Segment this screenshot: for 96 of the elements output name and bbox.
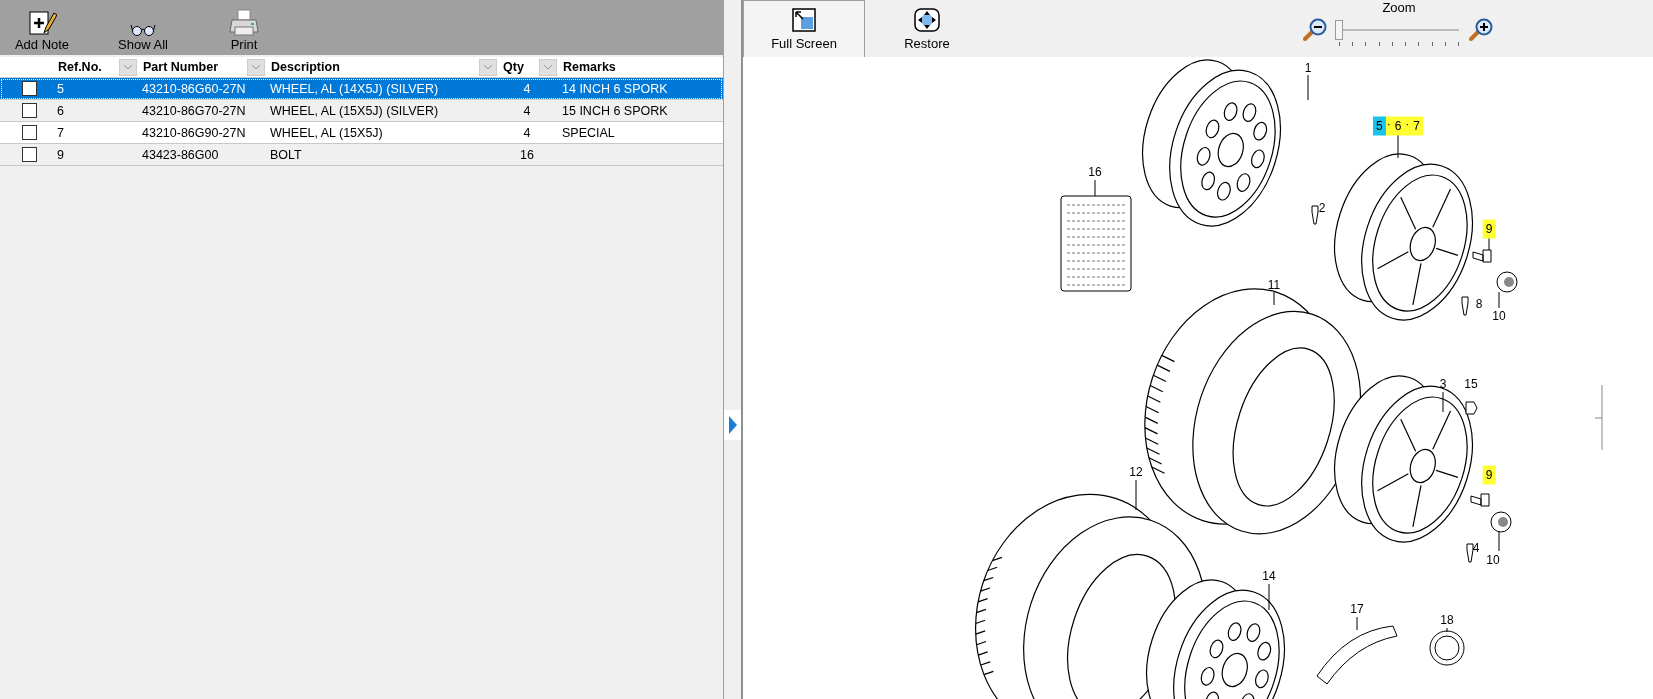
bolt-drawing — [1470, 493, 1490, 507]
callout-number[interactable]: 4 — [1471, 540, 1481, 556]
table-cell: 6 — [57, 103, 64, 118]
scale-mark — [1594, 384, 1603, 451]
column-header[interactable]: Remarks — [563, 60, 616, 74]
table-cell: BOLT — [270, 147, 302, 162]
table-cell: 5 — [57, 81, 64, 96]
callout-number[interactable]: 10 — [1491, 308, 1507, 324]
table-cell: SPECIAL — [562, 125, 615, 140]
table-cell: 7 — [57, 125, 64, 140]
callout-number[interactable]: 2 — [1317, 200, 1327, 216]
toolbar-button[interactable]: Print — [206, 3, 282, 55]
table-cell: 16 — [520, 147, 534, 162]
callout-number[interactable]: 15 — [1463, 376, 1479, 392]
caret-icon — [251, 64, 261, 70]
leader-line — [1397, 133, 1399, 159]
leader-line — [1488, 237, 1490, 251]
leader-line — [1442, 391, 1444, 413]
filter-dropdown[interactable] — [119, 58, 137, 76]
callout-number[interactable]: 12 — [1128, 464, 1144, 480]
expand-arrow-button[interactable] — [724, 409, 741, 440]
checkbox[interactable] — [22, 103, 37, 118]
leader-line — [1135, 479, 1137, 511]
callout-number[interactable]: 5 — [1372, 116, 1386, 136]
leader-line — [1273, 291, 1275, 306]
callout-number[interactable]: 11 — [1266, 277, 1282, 293]
leader-line — [1356, 616, 1358, 631]
table-cell: WHEEL, AL (14X5J) (SILVER) — [270, 81, 439, 96]
callout-number[interactable]: 1 — [1303, 60, 1313, 76]
full-screen-icon — [792, 8, 816, 32]
slider-thumb[interactable] — [1335, 20, 1343, 40]
leader-line — [1094, 179, 1096, 197]
callout-number[interactable]: 14 — [1261, 568, 1277, 584]
callout-number[interactable]: 18 — [1439, 612, 1455, 628]
caret-icon — [123, 64, 133, 70]
leader-line — [1498, 291, 1500, 309]
table-cell: 43210-86G60-27N — [142, 81, 246, 96]
leader-line — [1307, 74, 1309, 101]
valve-drawing — [1311, 205, 1319, 225]
checkbox[interactable] — [22, 147, 37, 162]
table-cell: WHEEL, AL (15X5J) (SILVER) — [270, 103, 439, 118]
valve-drawing — [1461, 296, 1469, 316]
leader-line — [1268, 583, 1270, 611]
toolbar-button[interactable]: Add Note — [4, 3, 80, 55]
clip-drawing — [1465, 401, 1478, 415]
toolbar-button[interactable]: Full Screen — [743, 0, 865, 57]
checkbox[interactable] — [22, 125, 37, 140]
table-row[interactable]: 9 43423-86G00 BOLT 16 — [0, 144, 723, 166]
bolt-drawing — [1472, 249, 1492, 263]
triangle-arrow-icon — [727, 414, 738, 435]
table-cell: 14 INCH 6 SPORK — [562, 81, 668, 96]
filter-dropdown[interactable] — [247, 58, 265, 76]
zoom-label: Zoom — [1382, 0, 1416, 15]
toolbar-button[interactable]: Restore — [869, 0, 985, 57]
table-cell: 4 — [523, 103, 531, 118]
zoom-out-icon[interactable] — [1303, 17, 1329, 43]
callout-number[interactable]: 6 — [1391, 116, 1405, 136]
filter-dropdown[interactable] — [479, 58, 497, 76]
cap-drawing — [1496, 271, 1518, 293]
callout-number[interactable]: 8 — [1474, 296, 1484, 312]
table-cell: 15 INCH 6 SPORK — [562, 103, 668, 118]
callout-number[interactable]: 17 — [1349, 601, 1365, 617]
callout-number[interactable]: 9 — [1482, 465, 1496, 485]
column-header[interactable]: Qty — [503, 60, 524, 74]
valve-drawing — [1466, 543, 1474, 563]
checkbox[interactable] — [22, 81, 37, 96]
callout-number[interactable]: 7 — [1410, 116, 1424, 136]
table-cell: 43423-86G00 — [142, 147, 219, 162]
table-cell: 4 — [523, 81, 531, 96]
toolbar-button[interactable]: Show All — [105, 3, 181, 55]
leader-line — [1446, 627, 1448, 633]
zoom-in-icon[interactable] — [1469, 17, 1495, 43]
table-cell: WHEEL, AL (15X5J) — [270, 125, 383, 140]
column-header[interactable]: Description — [271, 60, 340, 74]
note-pencil-icon — [27, 9, 57, 37]
table-cell: 4 — [523, 125, 531, 140]
callout-number[interactable]: 16 — [1087, 164, 1103, 180]
column-header[interactable]: Ref.No. — [58, 60, 102, 74]
four-arrows-icon — [914, 8, 940, 32]
leader-line — [1498, 531, 1500, 552]
badge-drawing — [1429, 630, 1465, 666]
column-header[interactable]: Part Number — [143, 60, 219, 74]
table-row[interactable]: 5 43210-86G60-27N WHEEL, AL (14X5J) (SILVER) 4 14 INCH 6 SPORK — [0, 78, 723, 100]
table-cell: 43210-86G90-27N — [142, 125, 246, 140]
callout-number[interactable]: 10 — [1485, 552, 1501, 568]
table-row[interactable]: 6 43210-86G70-27N WHEEL, AL (15X5J) (SILVER) 4 15 INCH 6 SPORK — [0, 100, 723, 122]
table-cell: 43210-86G70-27N — [142, 103, 246, 118]
printer-icon — [229, 9, 259, 37]
callout-number[interactable]: 9 — [1482, 219, 1496, 239]
callout-number[interactable]: 3 — [1438, 376, 1448, 392]
caret-icon — [543, 64, 553, 70]
filter-dropdown[interactable] — [539, 58, 557, 76]
table-row[interactable]: 7 43210-86G90-27N WHEEL, AL (15X5J) 4 SPECIAL — [0, 122, 723, 144]
caret-icon — [483, 64, 493, 70]
table-cell: 9 — [57, 147, 64, 162]
cap-drawing — [1490, 511, 1512, 533]
